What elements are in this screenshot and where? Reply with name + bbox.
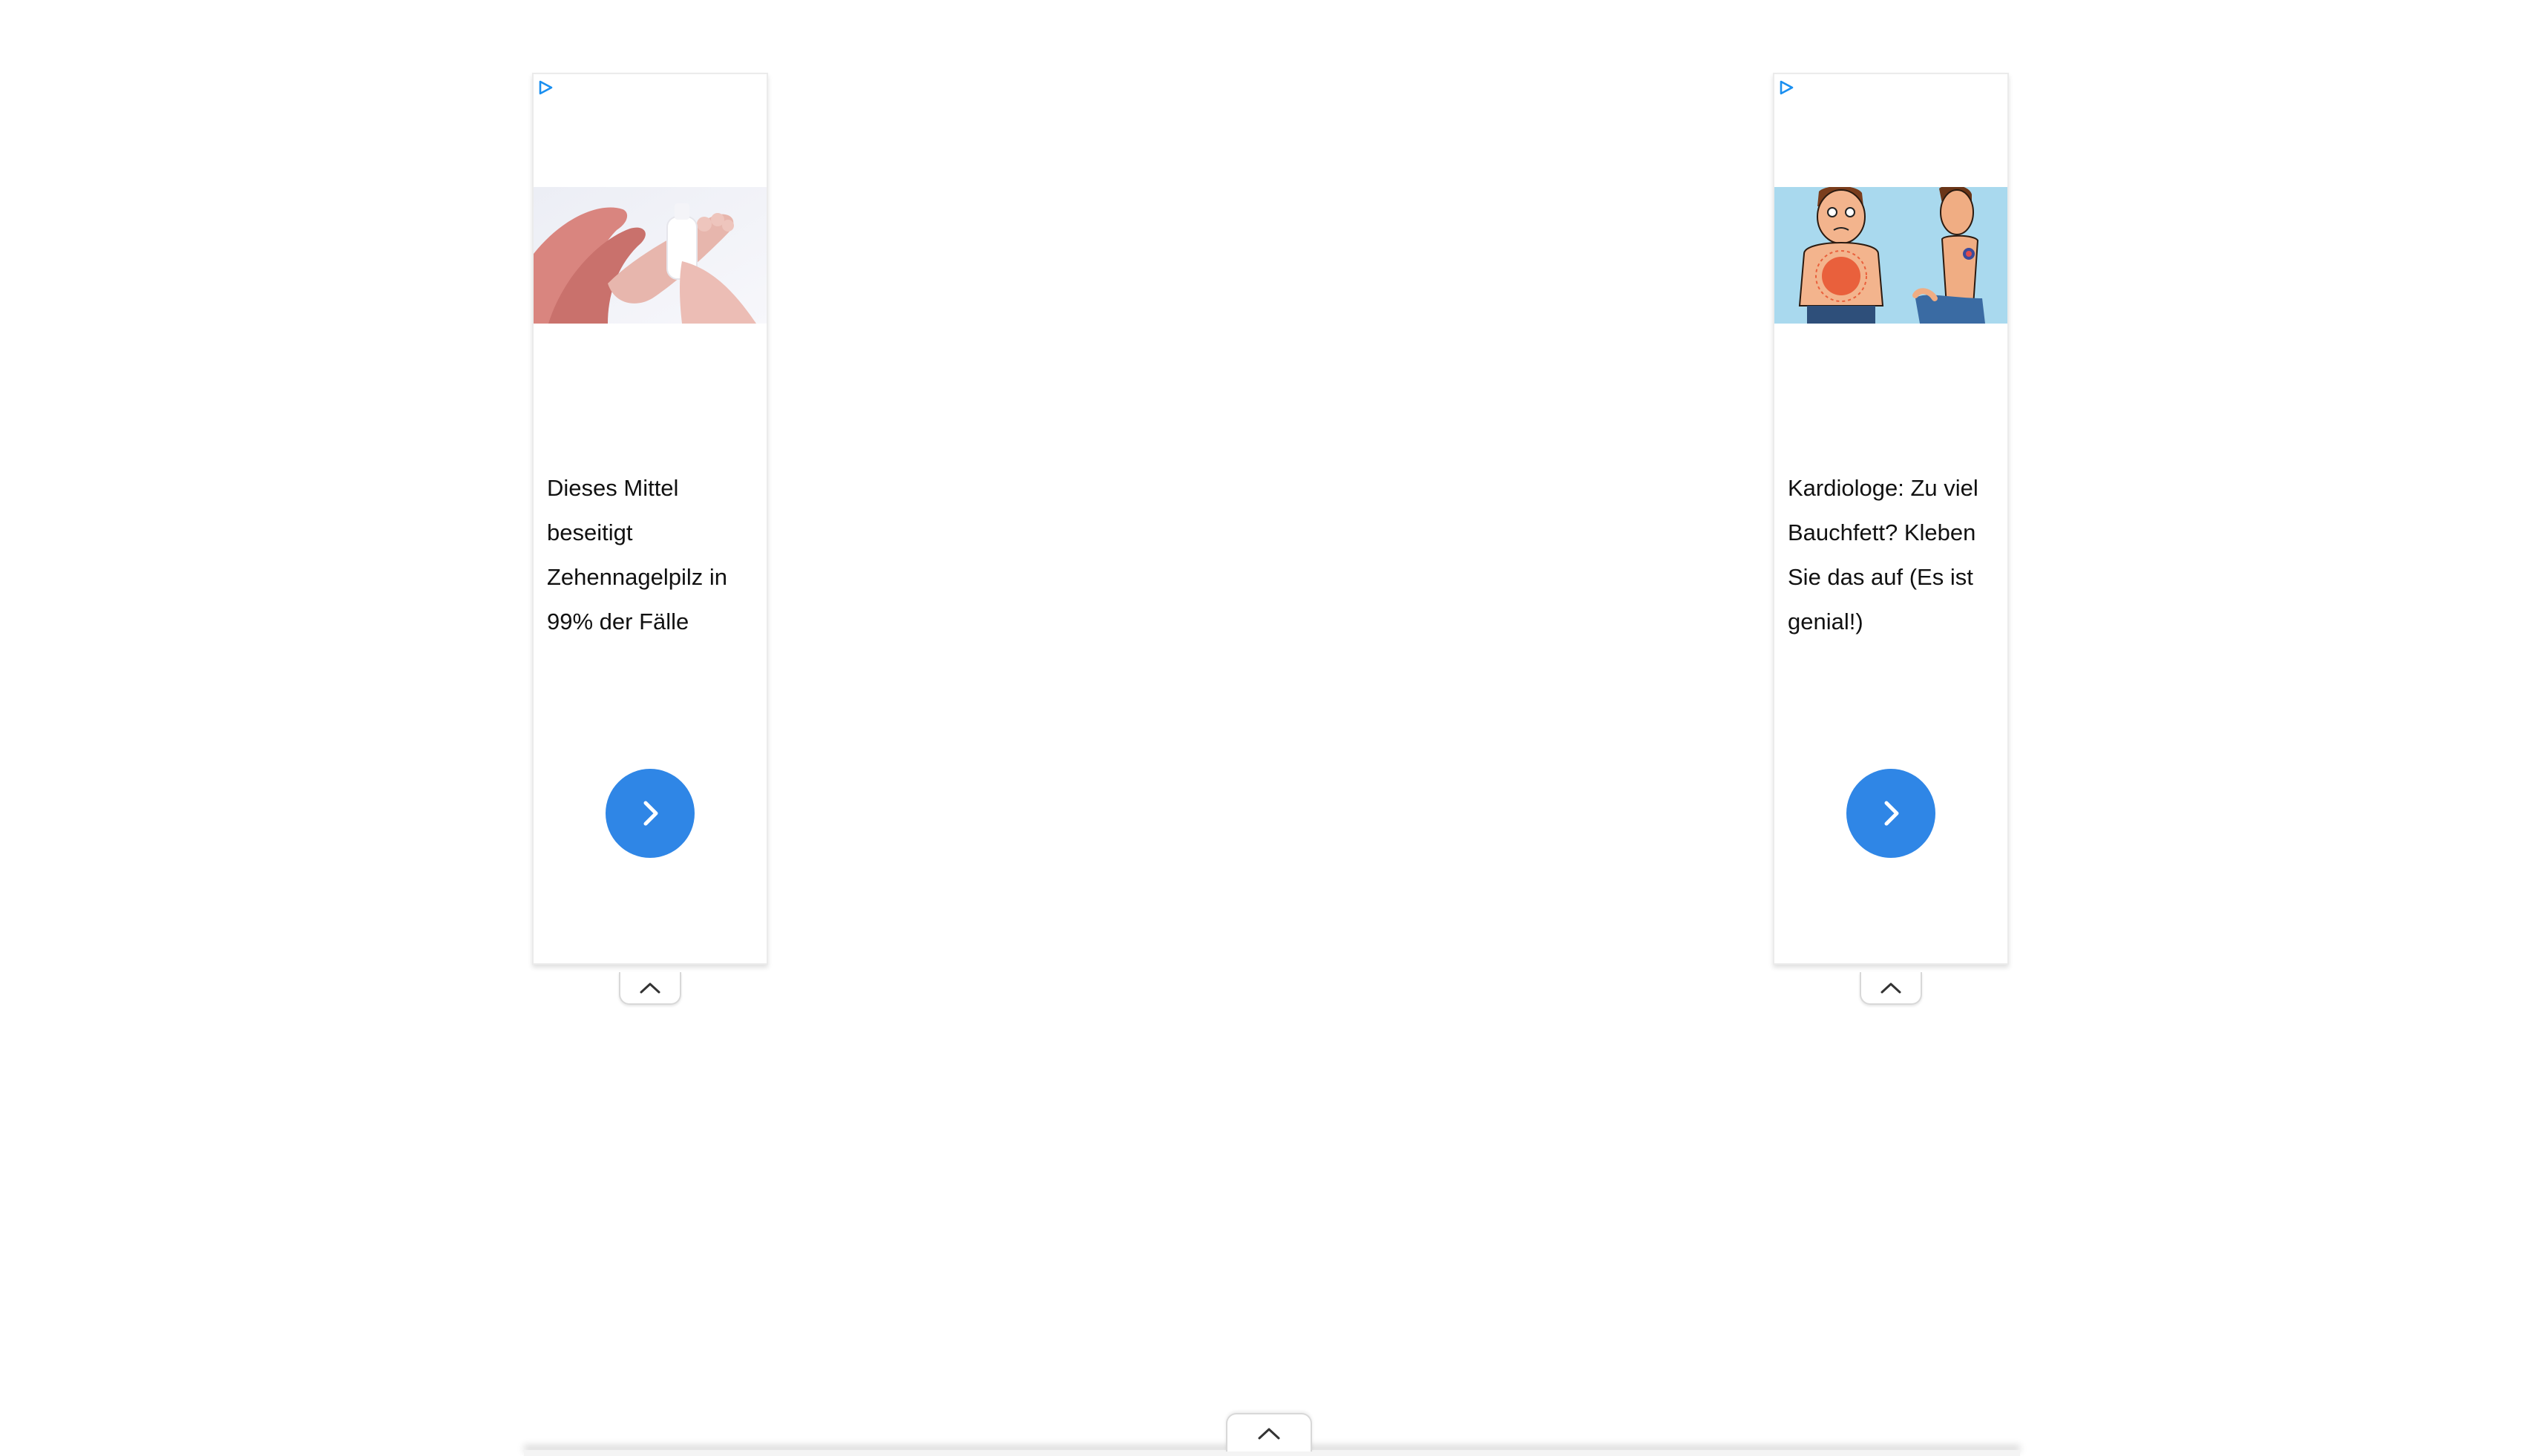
ad-card-right[interactable]: Kardiologe: Zu viel Bauchfett? Kleben Si… [1773,73,2009,965]
ad-image-foot-spray[interactable] [534,187,767,324]
ad-open-button[interactable] [1846,769,1935,858]
chevron-right-icon [643,801,658,826]
expand-bottom-ad-button[interactable] [1226,1413,1312,1452]
adchoices-icon[interactable] [1777,79,1795,96]
chevron-up-icon [640,983,660,994]
chevron-up-icon [1258,1428,1280,1440]
collapse-ad-right-button[interactable] [1860,972,1922,1005]
collapse-ad-left-button[interactable] [619,972,681,1005]
chevron-up-icon [1880,983,1901,994]
adchoices-icon[interactable] [537,79,554,96]
ad-image-belly-fat-cartoon[interactable] [1774,187,2007,324]
ad-open-button[interactable] [606,769,695,858]
ad-headline[interactable]: Kardiologe: Zu viel Bauchfett? Kleben Si… [1788,466,1996,644]
ad-card-left[interactable]: Dieses Mittel beseitigt Zehennagelpilz i… [532,73,768,965]
ad-headline[interactable]: Dieses Mittel beseitigt Zehennagelpilz i… [547,466,755,644]
chevron-right-icon [1884,801,1899,826]
